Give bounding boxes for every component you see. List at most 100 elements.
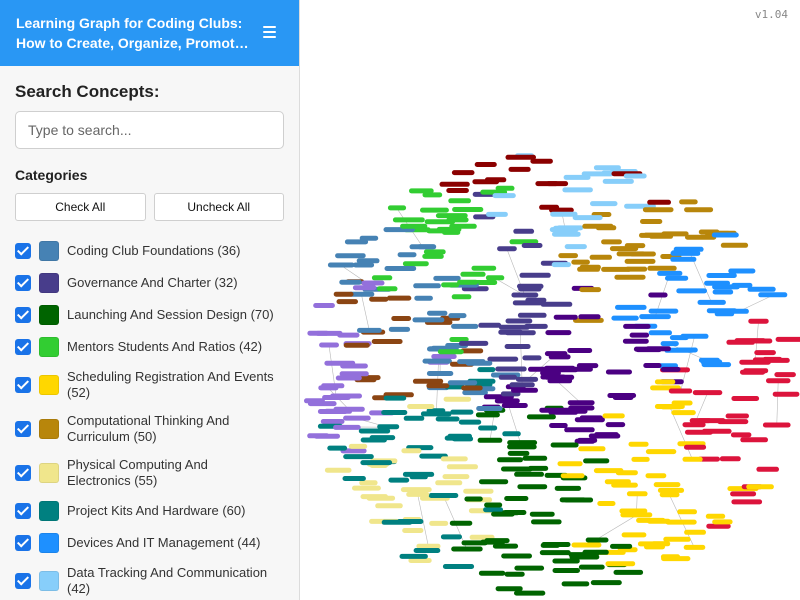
concept-node[interactable] [521, 243, 543, 248]
concept-node[interactable] [712, 284, 740, 290]
concept-node[interactable] [515, 376, 539, 382]
concept-node[interactable] [615, 304, 647, 310]
concept-node[interactable] [605, 422, 626, 428]
concept-node[interactable] [335, 375, 362, 381]
concept-node[interactable] [629, 251, 656, 257]
concept-node[interactable] [366, 495, 396, 501]
concept-node[interactable] [577, 266, 601, 272]
concept-node[interactable] [371, 275, 393, 281]
concept-node[interactable] [668, 388, 693, 394]
concept-node[interactable] [460, 271, 486, 277]
concept-node[interactable] [486, 211, 508, 217]
concept-node[interactable] [624, 258, 656, 264]
concept-node[interactable] [660, 366, 681, 372]
concept-node[interactable] [426, 383, 450, 389]
concept-node[interactable] [648, 330, 672, 336]
concept-node[interactable] [648, 292, 668, 298]
concept-node[interactable] [705, 513, 726, 519]
concept-node[interactable] [731, 396, 760, 401]
concept-node[interactable] [665, 275, 689, 281]
menu-toggle-icon[interactable] [263, 24, 279, 40]
concept-node[interactable] [397, 252, 417, 258]
concept-node[interactable] [336, 299, 359, 305]
concept-node[interactable] [660, 341, 679, 347]
category-item[interactable]: Devices And IT Management (44) [15, 527, 284, 559]
concept-node[interactable] [437, 349, 464, 355]
category-checkbox[interactable] [15, 503, 31, 519]
category-item[interactable]: Data Tracking And Communication (42) [15, 559, 284, 600]
concept-node[interactable] [484, 502, 503, 508]
concept-node[interactable] [569, 554, 600, 560]
concept-node[interactable] [774, 372, 796, 378]
concept-node[interactable] [330, 393, 362, 399]
concept-node[interactable] [639, 232, 670, 238]
concept-node[interactable] [511, 387, 538, 393]
concept-node[interactable] [348, 443, 368, 449]
concept-node[interactable] [485, 275, 505, 281]
concept-node[interactable] [535, 181, 559, 187]
concept-node[interactable] [412, 378, 444, 384]
concept-node[interactable] [492, 543, 519, 549]
concept-node[interactable] [540, 301, 573, 307]
concept-node[interactable] [582, 223, 614, 229]
concept-node[interactable] [401, 448, 422, 454]
concept-node[interactable] [307, 433, 330, 439]
concept-node[interactable] [442, 474, 470, 480]
concept-node[interactable] [684, 529, 706, 535]
concept-node[interactable] [643, 363, 662, 368]
concept-node[interactable] [369, 296, 389, 302]
uncheck-all-button[interactable]: Uncheck All [153, 193, 284, 221]
concept-node[interactable] [590, 580, 622, 586]
concept-node[interactable] [403, 415, 425, 421]
concept-node[interactable] [623, 323, 651, 329]
category-item[interactable]: Coding Club Foundations (36) [15, 235, 284, 267]
concept-node[interactable] [498, 324, 530, 330]
concept-node[interactable] [685, 429, 713, 435]
concept-node[interactable] [435, 480, 463, 486]
concept-node[interactable] [644, 544, 665, 550]
concept-node[interactable] [519, 272, 551, 278]
graph-nodes[interactable] [304, 153, 800, 596]
concept-node[interactable] [571, 542, 602, 548]
concept-node[interactable] [676, 288, 707, 294]
concept-node[interactable] [409, 474, 428, 480]
category-checkbox[interactable] [15, 275, 31, 291]
concept-node[interactable] [501, 466, 533, 472]
concept-node[interactable] [647, 265, 677, 271]
concept-node[interactable] [474, 162, 497, 167]
concept-node[interactable] [477, 367, 496, 373]
category-item[interactable]: Project Kits And Hardware (60) [15, 495, 284, 527]
concept-node[interactable] [578, 314, 601, 320]
concept-node[interactable] [683, 544, 706, 550]
concept-node[interactable] [775, 336, 800, 342]
concept-node[interactable] [553, 314, 578, 320]
concept-node[interactable] [498, 329, 523, 335]
concept-node[interactable] [585, 537, 609, 543]
concept-node[interactable] [671, 410, 696, 416]
concept-node[interactable] [333, 406, 365, 412]
concept-node[interactable] [406, 491, 430, 497]
concept-node[interactable] [557, 461, 583, 467]
concept-node[interactable] [465, 360, 493, 366]
search-input[interactable] [15, 111, 284, 149]
concept-node[interactable] [464, 496, 483, 502]
concept-node[interactable] [602, 178, 634, 184]
concept-node[interactable] [518, 286, 542, 292]
concept-node[interactable] [377, 424, 400, 430]
concept-node[interactable] [402, 261, 429, 267]
concept-node[interactable] [648, 308, 679, 314]
concept-node[interactable] [631, 456, 650, 462]
concept-node[interactable] [613, 569, 644, 575]
concept-node[interactable] [605, 561, 636, 567]
concept-node[interactable] [614, 274, 646, 280]
concept-node[interactable] [712, 289, 734, 295]
concept-node[interactable] [654, 379, 676, 385]
concept-node[interactable] [495, 586, 523, 592]
concept-node[interactable] [492, 193, 516, 199]
concept-node[interactable] [512, 300, 544, 306]
concept-node[interactable] [647, 199, 671, 205]
concept-node[interactable] [337, 332, 360, 338]
concept-node[interactable] [730, 432, 752, 438]
concept-node[interactable] [507, 450, 530, 456]
concept-node[interactable] [324, 467, 352, 473]
